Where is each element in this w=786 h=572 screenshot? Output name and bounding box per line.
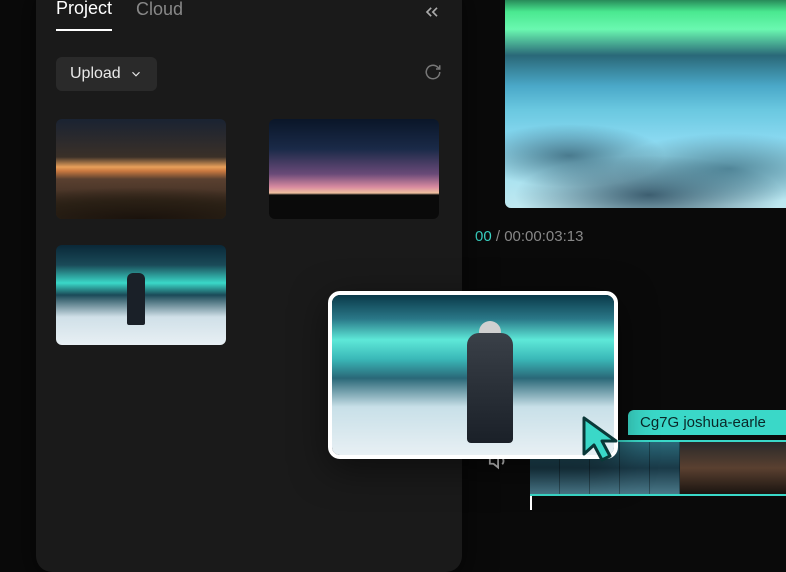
preview-frame <box>505 0 786 208</box>
clip-label[interactable]: Cg7G joshua-earle <box>628 410 786 435</box>
tab-cloud[interactable]: Cloud <box>136 0 183 30</box>
collapse-button[interactable] <box>422 2 442 27</box>
timecode-total: 00:00:03:13 <box>504 228 583 245</box>
timecode-separator: / <box>492 228 505 245</box>
tabs: Project Cloud <box>56 0 442 31</box>
refresh-icon <box>424 63 442 81</box>
timecode: 00 / 00:00:03:13 <box>475 228 583 245</box>
media-panel: Project Cloud Upload <box>36 0 462 572</box>
toolbar: Upload <box>56 57 442 91</box>
media-thumbnail[interactable] <box>269 119 439 219</box>
upload-label: Upload <box>70 65 121 83</box>
chevron-double-left-icon <box>422 2 442 22</box>
preview-window[interactable] <box>505 0 786 208</box>
timeline-clip[interactable] <box>680 440 786 496</box>
dragging-clip[interactable] <box>328 291 618 459</box>
timecode-current: 00 <box>475 228 492 245</box>
chevron-down-icon <box>129 67 143 81</box>
refresh-button[interactable] <box>424 63 442 86</box>
media-thumbnail[interactable] <box>56 245 226 345</box>
upload-button[interactable]: Upload <box>56 57 157 91</box>
dragging-clip-frame <box>332 295 614 455</box>
tab-project[interactable]: Project <box>56 0 112 31</box>
media-thumbnail[interactable] <box>56 119 226 219</box>
